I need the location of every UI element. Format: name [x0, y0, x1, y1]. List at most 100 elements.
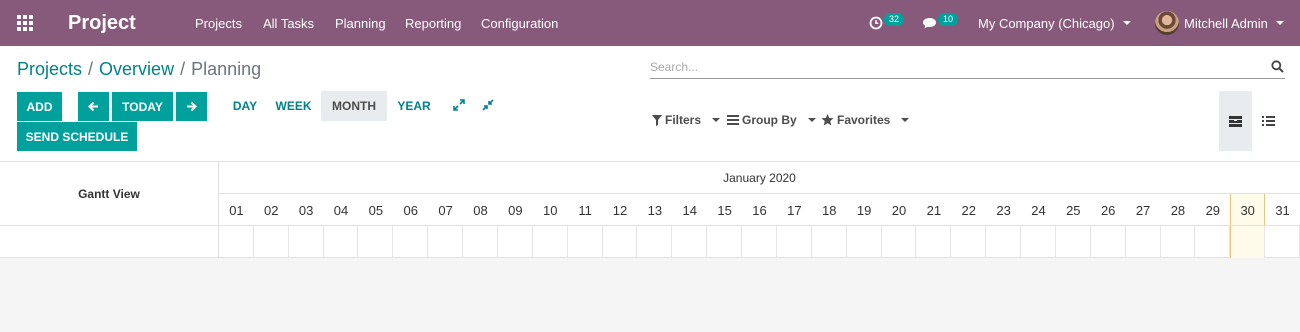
- send-schedule-button[interactable]: SEND SCHEDULE: [17, 122, 137, 151]
- gantt-cell[interactable]: [812, 226, 847, 258]
- chevron-down-icon: [1275, 21, 1284, 25]
- gantt-cell[interactable]: [847, 226, 882, 258]
- group-by-icon: [727, 115, 739, 125]
- gantt-cell[interactable]: [742, 226, 777, 258]
- gantt-cell[interactable]: [254, 226, 289, 258]
- list-view-icon: [1262, 116, 1275, 126]
- gantt-cell[interactable]: [498, 226, 533, 258]
- gantt-cell[interactable]: [603, 226, 638, 258]
- gantt-day-header: 10: [543, 202, 558, 218]
- gantt-day-header: 31: [1275, 202, 1290, 218]
- gantt-cell[interactable]: [882, 226, 917, 258]
- menu-item-all-tasks[interactable]: All Tasks: [263, 0, 314, 46]
- menu-item-configuration[interactable]: Configuration: [481, 0, 558, 46]
- breadcrumb: Projects / Overview / Planning: [17, 59, 261, 80]
- gantt-cell[interactable]: [1161, 226, 1196, 258]
- favorites-label: Favorites: [837, 113, 891, 127]
- scale-week-button[interactable]: WEEK: [270, 91, 317, 121]
- today-button[interactable]: TODAY: [112, 92, 173, 121]
- apps-grid-icon[interactable]: [17, 0, 35, 46]
- gantt-day-header: 13: [647, 202, 663, 218]
- favorites-dropdown[interactable]: Favorites: [821, 113, 910, 127]
- gantt-cell[interactable]: [324, 226, 359, 258]
- gantt-cell[interactable]: [986, 226, 1022, 258]
- breadcrumb-current: Planning: [191, 59, 262, 79]
- star-icon: [821, 114, 834, 126]
- gantt-cell[interactable]: [707, 226, 743, 258]
- collapse-icon[interactable]: [482, 99, 494, 111]
- user-menu[interactable]: Mitchell Admin: [1155, 0, 1284, 46]
- next-button[interactable]: [176, 92, 207, 121]
- list-view-button[interactable]: [1252, 91, 1285, 151]
- gantt-cell[interactable]: [1091, 226, 1126, 258]
- gantt-cell[interactable]: [358, 226, 394, 258]
- gantt-day-header: 06: [403, 202, 418, 218]
- scale-day-button[interactable]: DAY: [226, 91, 264, 121]
- user-name: Mitchell Admin: [1184, 15, 1268, 31]
- chevron-down-icon: [1122, 21, 1131, 25]
- activities-menu[interactable]: 32: [869, 0, 905, 46]
- gantt-cell[interactable]: [672, 226, 708, 258]
- gantt-day-header: 09: [508, 202, 523, 218]
- gantt-cell[interactable]: [1195, 226, 1231, 258]
- search-icon[interactable]: [1271, 60, 1284, 73]
- gantt-view-icon: [1229, 115, 1242, 127]
- gantt-cell[interactable]: [289, 226, 324, 258]
- gantt-day-header: 27: [1135, 202, 1151, 218]
- previous-button[interactable]: [78, 92, 109, 121]
- filter-icon: [652, 114, 662, 126]
- gantt-cell[interactable]: [1126, 226, 1161, 258]
- gantt-day-header: 22: [961, 202, 976, 218]
- gantt-view: Gantt View January 2020 01 02 03 04 05 06 07 08…: [0, 162, 1300, 258]
- menu-item-planning[interactable]: Planning: [335, 0, 386, 46]
- gantt-day-header: 08: [473, 202, 488, 218]
- gantt-row-label: [0, 226, 219, 258]
- avatar: [1155, 11, 1179, 35]
- gantt-cell[interactable]: [1265, 226, 1300, 258]
- menu-item-projects[interactable]: Projects: [195, 0, 242, 46]
- gantt-day-header: 07: [438, 202, 453, 218]
- breadcrumb-overview[interactable]: Overview: [99, 59, 174, 80]
- gantt-cell[interactable]: [637, 226, 673, 258]
- group-by-dropdown[interactable]: Group By: [727, 113, 816, 127]
- gantt-cell[interactable]: [951, 226, 987, 258]
- gantt-cell[interactable]: [219, 226, 254, 258]
- breadcrumb-separator: /: [88, 59, 94, 79]
- gantt-day-header: 24: [1031, 202, 1046, 218]
- scale-year-button[interactable]: YEAR: [391, 91, 437, 121]
- messages-menu[interactable]: 10: [922, 0, 959, 46]
- gantt-cell[interactable]: [533, 226, 568, 258]
- gantt-view-button[interactable]: [1219, 91, 1252, 151]
- clock-icon: [869, 16, 883, 30]
- app-brand[interactable]: Project: [68, 0, 136, 46]
- filters-dropdown[interactable]: Filters: [652, 113, 721, 127]
- expand-icon[interactable]: [453, 99, 465, 111]
- gantt-cell[interactable]: [568, 226, 603, 258]
- chevron-down-icon: [712, 118, 721, 122]
- gantt-cell[interactable]: [1021, 226, 1056, 258]
- top-navbar: Project Projects All Tasks Planning Repo…: [0, 0, 1300, 46]
- gantt-day-header: 26: [1100, 202, 1116, 218]
- gantt-cell[interactable]: [916, 226, 952, 258]
- breadcrumb-projects[interactable]: Projects: [17, 59, 82, 80]
- group-by-label: Group By: [742, 113, 797, 127]
- company-name: My Company (Chicago): [978, 15, 1115, 31]
- gantt-cell[interactable]: [1230, 226, 1266, 258]
- gantt-cell[interactable]: [1056, 226, 1091, 258]
- chat-icon: [923, 17, 936, 28]
- gantt-day-header: 12: [612, 202, 628, 218]
- gantt-day-header: 29: [1205, 202, 1221, 218]
- menu-item-reporting[interactable]: Reporting: [405, 0, 461, 46]
- gantt-cell[interactable]: [393, 226, 429, 258]
- add-button[interactable]: ADD: [17, 92, 62, 121]
- company-switcher[interactable]: My Company (Chicago): [978, 0, 1131, 46]
- gantt-day-header: 17: [787, 202, 802, 218]
- filters-label: Filters: [665, 113, 702, 127]
- gantt-cell[interactable]: [777, 226, 812, 258]
- gantt-cell[interactable]: [428, 226, 464, 258]
- search-input[interactable]: [650, 57, 1250, 77]
- scale-month-button[interactable]: MONTH: [321, 91, 387, 121]
- gantt-cell[interactable]: [463, 226, 498, 258]
- gantt-day-header: 19: [856, 202, 872, 218]
- gantt-day-header: 03: [298, 202, 314, 218]
